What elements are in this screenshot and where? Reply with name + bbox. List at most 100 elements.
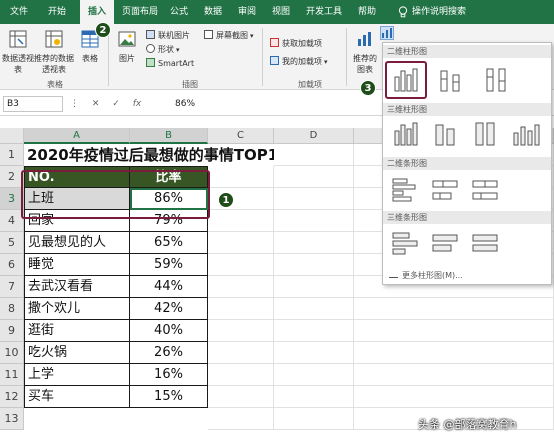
sheet-title[interactable]: 2020年疫情过后最想做的事情TOP10 (24, 144, 274, 166)
3d-column-option[interactable] (507, 119, 543, 149)
rate-cell[interactable]: 40% (130, 320, 208, 342)
stacked-column-option[interactable] (433, 65, 469, 95)
stacked-bar-option[interactable] (427, 175, 463, 205)
tab-data[interactable]: 数据 (198, 0, 228, 24)
fx-icon[interactable]: fx (133, 99, 142, 109)
cancel-icon[interactable]: ✕ (92, 99, 100, 109)
formula-input[interactable]: 86% (175, 96, 195, 112)
grid-cell[interactable] (208, 298, 274, 320)
grid-cell[interactable] (274, 298, 354, 320)
clustered-bar-option[interactable] (387, 175, 423, 205)
smartart-button[interactable]: SmartArt (146, 58, 194, 70)
row-header[interactable]: 9 (0, 320, 24, 342)
grid-cell[interactable] (274, 408, 354, 430)
3d-clustered-column-option[interactable] (387, 119, 423, 149)
grid-cell[interactable] (208, 254, 274, 276)
grid-cell[interactable] (274, 276, 354, 298)
3d-percent-stacked-bar-option[interactable] (467, 227, 503, 257)
row-header[interactable]: 5 (0, 232, 24, 254)
tab-page-layout[interactable]: 页面布局 (118, 0, 162, 24)
3d-stacked-bar-option[interactable] (427, 227, 463, 257)
rate-cell[interactable]: 59% (130, 254, 208, 276)
grid-cell[interactable] (354, 386, 554, 408)
grid-cell[interactable] (274, 342, 354, 364)
column-header-a[interactable]: A (24, 128, 130, 144)
3d-percent-stacked-column-option[interactable] (467, 119, 503, 149)
grid-cell[interactable] (354, 320, 554, 342)
grid-cell[interactable] (208, 210, 274, 232)
online-pictures-button[interactable]: 联机图片 (146, 30, 190, 42)
grid-cell[interactable] (208, 342, 274, 364)
recommended-charts-button[interactable]: 推荐的图表 (350, 30, 380, 75)
3d-clustered-bar-option[interactable] (387, 227, 423, 257)
item-cell[interactable]: 逛街 (24, 320, 130, 342)
row-header[interactable]: 1 (0, 144, 24, 166)
row-header[interactable]: 10 (0, 342, 24, 364)
rate-cell[interactable]: 26% (130, 342, 208, 364)
grid-cell[interactable] (274, 386, 354, 408)
grid-cell[interactable] (274, 210, 354, 232)
row-header[interactable]: 12 (0, 386, 24, 408)
recommended-pivottable-button[interactable]: 推荐的数据透视表 (34, 30, 74, 75)
column-header-b[interactable]: B (130, 128, 208, 144)
my-addins-button[interactable]: 我的加载项 ▾ (270, 56, 328, 68)
item-cell[interactable]: 见最想见的人 (24, 232, 130, 254)
item-cell[interactable]: 吃火锅 (24, 342, 130, 364)
enter-icon[interactable]: ✓ (112, 99, 120, 109)
grid-cell[interactable] (274, 364, 354, 386)
grid-cell[interactable] (208, 364, 274, 386)
select-all-corner[interactable] (0, 128, 24, 144)
grid-cell[interactable] (354, 364, 554, 386)
tab-insert[interactable]: 插入 (80, 0, 114, 24)
grid-cell[interactable] (354, 298, 554, 320)
item-cell[interactable]: 上学 (24, 364, 130, 386)
percent-stacked-column-option[interactable] (479, 65, 515, 95)
grid-cell[interactable] (274, 232, 354, 254)
column-header-d[interactable]: D (274, 128, 354, 144)
get-addins-button[interactable]: 获取加载项 (270, 38, 322, 50)
row-header[interactable]: 13 (0, 408, 24, 430)
tab-view[interactable]: 视图 (266, 0, 296, 24)
row-header[interactable]: 8 (0, 298, 24, 320)
tell-me-search[interactable]: 操作说明搜索 (412, 0, 476, 24)
grid-cell[interactable] (274, 166, 354, 188)
item-cell[interactable]: 去武汉看看 (24, 276, 130, 298)
3d-stacked-column-option[interactable] (427, 119, 463, 149)
more-options-icon[interactable]: ⋮ (70, 99, 79, 109)
grid-cell[interactable] (274, 144, 354, 166)
grid-cell[interactable] (274, 188, 354, 210)
clustered-column-option[interactable] (385, 61, 427, 99)
rate-cell[interactable]: 44% (130, 276, 208, 298)
tab-home[interactable]: 开始 (40, 0, 74, 24)
row-header[interactable]: 11 (0, 364, 24, 386)
grid-cell[interactable] (274, 254, 354, 276)
grid-cell[interactable] (354, 342, 554, 364)
grid-cell[interactable] (208, 320, 274, 342)
screenshot-button[interactable]: 屏幕截图 ▾ (204, 30, 254, 42)
column-header-c[interactable]: C (208, 128, 274, 144)
more-column-charts-link[interactable]: 更多柱形图(M)... (389, 270, 463, 281)
grid-cell[interactable] (208, 166, 274, 188)
row-header[interactable]: 6 (0, 254, 24, 276)
rate-cell[interactable]: 42% (130, 298, 208, 320)
grid-cell[interactable] (274, 320, 354, 342)
item-cell[interactable]: 睡觉 (24, 254, 130, 276)
tab-developer[interactable]: 开发工具 (300, 0, 348, 24)
name-box[interactable]: B3 (3, 96, 63, 112)
item-cell[interactable]: 买车 (24, 386, 130, 408)
percent-stacked-bar-option[interactable] (467, 175, 503, 205)
row-header[interactable]: 7 (0, 276, 24, 298)
grid-cell[interactable] (208, 232, 274, 254)
pictures-button[interactable]: 图片 (114, 30, 140, 64)
item-cell[interactable]: 撒个欢儿 (24, 298, 130, 320)
tab-formulas[interactable]: 公式 (164, 0, 194, 24)
pivottable-button[interactable]: 数据透视表 (2, 30, 34, 75)
rate-cell[interactable]: 65% (130, 232, 208, 254)
grid-cell[interactable] (208, 386, 274, 408)
tab-help[interactable]: 帮助 (352, 0, 382, 24)
tab-file[interactable]: 文件 (4, 0, 34, 24)
shapes-button[interactable]: 形状 ▾ (146, 44, 180, 56)
tab-review[interactable]: 审阅 (232, 0, 262, 24)
grid-cell[interactable] (208, 276, 274, 298)
grid-cell[interactable] (208, 408, 274, 430)
